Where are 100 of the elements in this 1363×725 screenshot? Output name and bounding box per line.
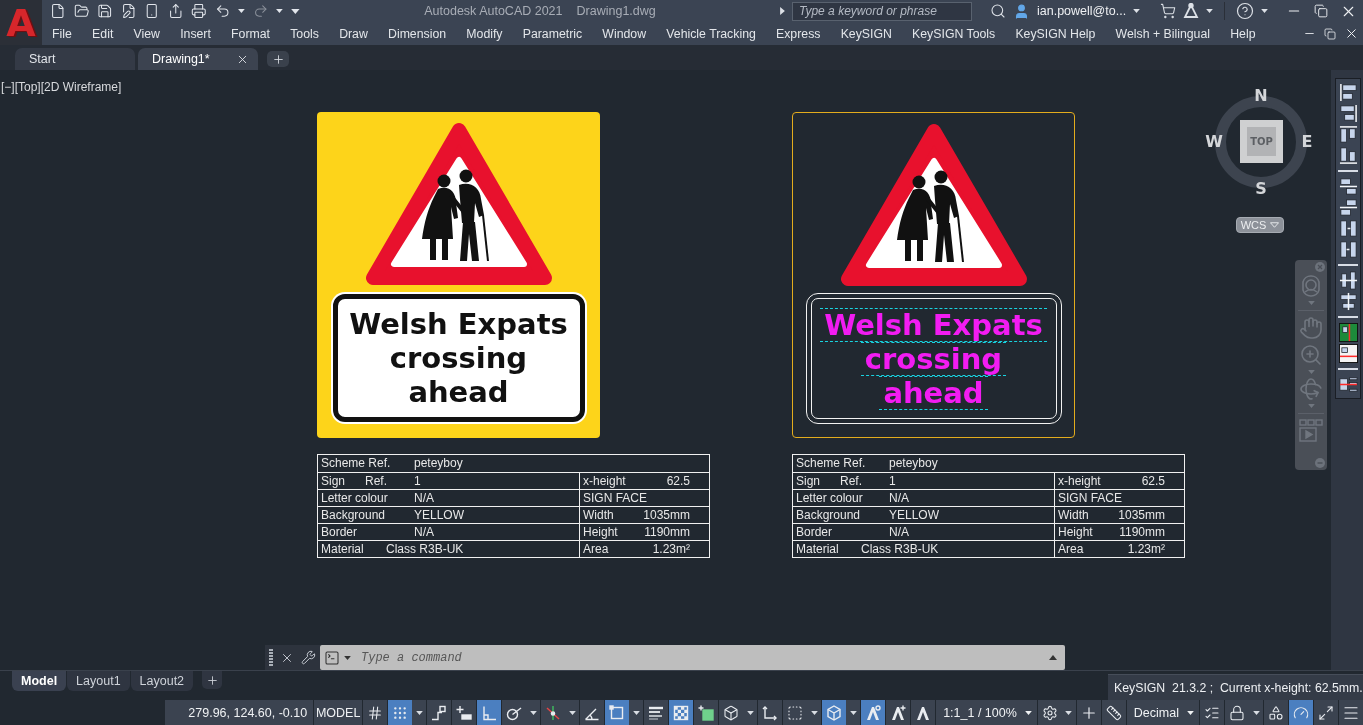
menu-item[interactable]: Edit [82, 26, 124, 41]
stack-down-icon[interactable] [1338, 177, 1358, 196]
menu-caret-button[interactable] [629, 700, 644, 725]
caret-icon[interactable] [810, 710, 818, 715]
layout-tab[interactable]: Layout1 [67, 671, 130, 691]
menu-item[interactable]: Express [765, 26, 831, 41]
search-icon[interactable] [990, 3, 1006, 19]
menu-item[interactable]: Window [592, 26, 657, 41]
space-left-icon[interactable] [1338, 219, 1358, 238]
caret-icon[interactable] [415, 710, 423, 715]
grip-icon[interactable] [268, 648, 273, 667]
plus-icon[interactable] [205, 673, 219, 687]
align-left-icon[interactable] [1338, 83, 1358, 102]
caret-icon[interactable] [1065, 710, 1073, 715]
menu-item[interactable]: Insert [170, 26, 221, 41]
restore-icon[interactable] [1324, 27, 1336, 40]
menu-item[interactable]: Tools [280, 26, 330, 41]
sign-text: ahead [879, 375, 988, 410]
user-icon[interactable] [1013, 2, 1030, 20]
menu-caret-button[interactable] [412, 700, 427, 725]
table-cell: 1.23m² [1127, 541, 1165, 557]
stack-up-icon[interactable] [1338, 198, 1358, 217]
compass-letter[interactable]: W [1205, 133, 1223, 151]
save-icon[interactable] [97, 3, 113, 19]
caret-icon[interactable] [1206, 9, 1214, 13]
wrench-icon[interactable] [301, 650, 317, 665]
align-right-icon[interactable] [1338, 104, 1358, 123]
space-right-icon[interactable] [1338, 240, 1358, 259]
caret-icon[interactable] [568, 710, 576, 715]
restore-icon[interactable] [1314, 4, 1328, 18]
caret-icon[interactable] [1261, 9, 1269, 13]
user-name[interactable]: ian.powell@to... [1037, 4, 1127, 18]
table-cell-text: N/A [414, 524, 435, 540]
menu-item[interactable]: KeySIGN Help [1005, 26, 1106, 41]
layout-tab[interactable]: Model [12, 671, 67, 691]
caret-icon[interactable] [238, 9, 245, 13]
layout-tab[interactable]: Layout2 [130, 671, 194, 691]
cart-icon[interactable] [1160, 3, 1177, 19]
menu-caret-button[interactable] [526, 700, 541, 725]
caret-icon[interactable] [1133, 9, 1141, 13]
caret-icon[interactable] [344, 655, 351, 660]
command-input[interactable]: Type a command [359, 647, 1045, 668]
menu-item[interactable]: KeySIGN Tools [902, 26, 1006, 41]
sign-text: crossing [388, 341, 529, 375]
file-tab[interactable]: Drawing1* [138, 48, 258, 70]
share-icon[interactable] [167, 3, 184, 19]
menu-item[interactable]: Format [221, 26, 281, 41]
table-cell: Height [1058, 524, 1093, 540]
compass-letter[interactable]: S [1255, 180, 1267, 198]
align-top-icon[interactable] [1338, 125, 1358, 144]
menu-caret-button[interactable] [807, 700, 822, 725]
new-file-icon[interactable] [50, 3, 66, 19]
caret-icon[interactable] [1049, 655, 1057, 660]
caret-icon[interactable] [1187, 710, 1194, 715]
save-as-icon[interactable] [120, 3, 137, 19]
compass-letter[interactable]: E [1301, 133, 1313, 151]
center-horizontal-icon[interactable] [1338, 271, 1358, 290]
menu-item[interactable]: Dimension [377, 26, 457, 41]
caret-icon[interactable] [1252, 710, 1260, 715]
menu-item[interactable]: KeySIGN [830, 26, 902, 41]
align-bottom-icon[interactable] [1338, 146, 1358, 165]
expand-arrow-icon[interactable] [780, 7, 785, 15]
center-vertical-icon[interactable] [1338, 292, 1358, 311]
caret-icon[interactable] [849, 710, 857, 715]
search-field[interactable]: Type a keyword or phrase [792, 1, 972, 21]
help-icon[interactable] [1236, 2, 1255, 20]
terminal-icon[interactable] [324, 649, 340, 666]
annotation-scale-dropdown[interactable]: 1:1_1 / 100% [936, 700, 1037, 725]
model-space-button[interactable]: MODEL [314, 700, 363, 725]
mobile-file-icon[interactable] [144, 3, 160, 19]
caret-icon[interactable] [746, 710, 754, 715]
file-tab[interactable]: Start [15, 48, 135, 70]
menu-item[interactable]: Vehicle Tracking [656, 26, 766, 41]
new-tab-button[interactable] [267, 51, 289, 67]
caret-icon[interactable] [632, 710, 640, 715]
menu-item[interactable]: Help [1220, 26, 1266, 41]
menu-item[interactable]: File [42, 26, 82, 41]
menu-item[interactable]: Draw [329, 26, 378, 41]
redo-icon[interactable] [252, 3, 269, 19]
undo-icon[interactable] [214, 3, 231, 19]
triangle-nodes-icon[interactable] [1183, 3, 1200, 19]
viewport-controls[interactable]: [−][Top][2D Wireframe] [1, 80, 122, 94]
new-layout-button[interactable] [202, 671, 223, 689]
open-folder-icon[interactable] [73, 3, 90, 19]
caret-icon[interactable] [529, 710, 537, 715]
menu-caret-button[interactable] [743, 700, 758, 725]
print-icon[interactable] [191, 3, 207, 19]
caret-icon[interactable] [1024, 710, 1032, 715]
menu-item[interactable]: Welsh + Bilingual [1105, 26, 1221, 41]
menu-item[interactable]: Modify [456, 26, 513, 41]
units-dropdown[interactable]: Decimal [1126, 700, 1199, 725]
menu-item[interactable]: Parametric [512, 26, 593, 41]
menu-caret-button[interactable] [1249, 700, 1263, 725]
close-icon[interactable] [1344, 26, 1359, 41]
text-lines-icon[interactable] [1338, 375, 1358, 394]
plus-icon[interactable] [271, 52, 285, 66]
menu-caret-button[interactable] [846, 700, 861, 725]
compass-letter[interactable]: N [1254, 87, 1268, 105]
menu-caret-button[interactable] [565, 700, 580, 725]
menu-item[interactable]: View [123, 26, 171, 41]
